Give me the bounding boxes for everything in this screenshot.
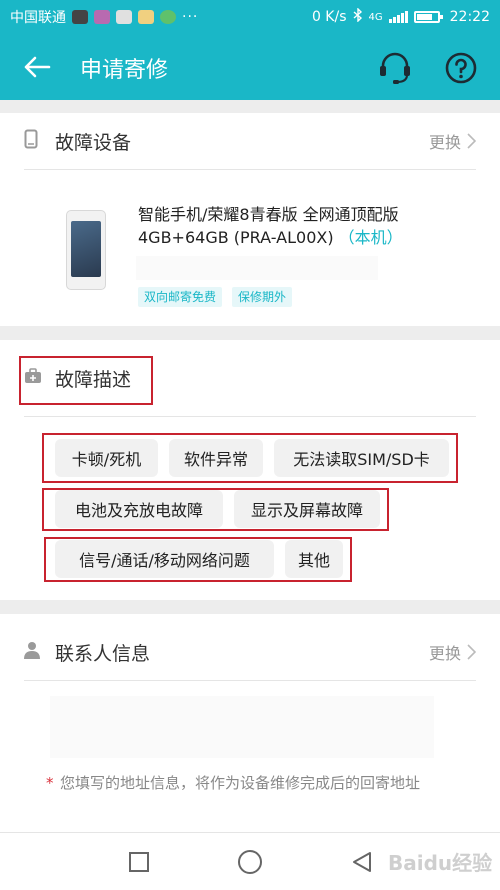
back-arrow-icon: [24, 56, 51, 78]
triangle-back-icon: [353, 852, 371, 872]
contact-section-header: 联系人信息 更换: [0, 624, 500, 680]
section-title: 故障设备: [55, 131, 132, 154]
contact-details-redacted[interactable]: [50, 696, 434, 758]
battery-icon: [413, 11, 443, 23]
home-button[interactable]: [238, 850, 262, 874]
address-note-text: 您填写的地址信息，将作为设备维修完成后的回寄地址: [60, 774, 421, 792]
divider: [24, 680, 476, 681]
clock: 22:22: [449, 9, 490, 25]
device-name: 智能手机/荣耀8青春版 全网通顶配版 4GB+64GB (PRA-AL00X) …: [138, 203, 458, 249]
back-button[interactable]: [20, 50, 54, 84]
device-serial-redacted: [136, 256, 378, 280]
notification-icon: [72, 10, 88, 24]
phone-icon: [24, 129, 38, 153]
fault-device-card: 故障设备 更换 智能手机/荣耀8青春版 全网通顶配版 4GB+64GB (PRA…: [0, 113, 500, 326]
fault-option[interactable]: 电池及充放电故障: [55, 490, 223, 528]
more-notifications: ···: [182, 9, 199, 25]
fault-option[interactable]: 卡顿/死机: [55, 439, 158, 477]
customer-service-headset-icon: [380, 52, 410, 84]
chevron-right-icon: [467, 133, 476, 149]
carrier-label: 中国联通: [10, 10, 66, 26]
network-type: 4G: [368, 11, 383, 23]
status-bar: 中国联通 ··· 0 K/s 4G 22:22: [0, 0, 500, 34]
divider: [24, 416, 476, 417]
customer-service-button[interactable]: [376, 49, 414, 87]
app-header: 申请寄修: [0, 34, 500, 100]
bluetooth-icon: [353, 7, 363, 26]
warranty-tag: 保修期外: [232, 287, 293, 307]
section-title: 联系人信息: [55, 642, 151, 665]
notification-icon: [94, 10, 110, 24]
fault-option[interactable]: 信号/通话/移动网络问题: [55, 540, 274, 578]
free-shipping-tag: 双向邮寄免费: [138, 287, 223, 307]
device-screen: [71, 221, 101, 277]
change-contact-link[interactable]: 更换: [429, 640, 476, 664]
person-icon: [24, 641, 40, 663]
fault-description-card: 故障描述 卡顿/死机 软件异常 无法读取SIM/SD卡 电池及充放电故障 显示及…: [0, 340, 500, 600]
device-image: [66, 210, 106, 290]
contact-info-card: 联系人信息 更换 * 您填写的地址信息，将作为设备维修完成后的回寄地址: [0, 614, 500, 832]
help-question-icon: [445, 52, 477, 84]
address-note: * 您填写的地址信息，将作为设备维修完成后的回寄地址: [46, 772, 480, 794]
system-navigation-bar: Baidu经验: [0, 832, 500, 890]
recent-apps-button[interactable]: [129, 852, 149, 872]
page-title: 申请寄修: [80, 58, 169, 83]
notification-icon: [138, 10, 154, 24]
chevron-right-icon: [467, 644, 476, 660]
watermark: Baidu经验: [388, 851, 493, 875]
change-device-link[interactable]: 更换: [429, 129, 476, 153]
notification-icon: [160, 10, 176, 24]
fault-option[interactable]: 软件异常: [169, 439, 263, 477]
this-device-label: （本机）: [338, 228, 403, 247]
fault-option[interactable]: 其他: [285, 540, 343, 578]
highlight-box: [19, 356, 153, 405]
change-label: 更换: [428, 133, 461, 152]
fault-option[interactable]: 无法读取SIM/SD卡: [274, 439, 449, 477]
divider: [24, 169, 476, 170]
signal-icon: [388, 11, 408, 23]
device-section-header: 故障设备 更换: [0, 113, 500, 169]
required-star: *: [46, 774, 54, 792]
change-label: 更换: [428, 644, 461, 663]
help-button[interactable]: [442, 49, 480, 87]
network-speed: 0 K/s: [311, 9, 347, 25]
notification-icon: [116, 10, 132, 24]
fault-option[interactable]: 显示及屏幕故障: [234, 490, 380, 528]
system-back-button[interactable]: [350, 850, 374, 874]
